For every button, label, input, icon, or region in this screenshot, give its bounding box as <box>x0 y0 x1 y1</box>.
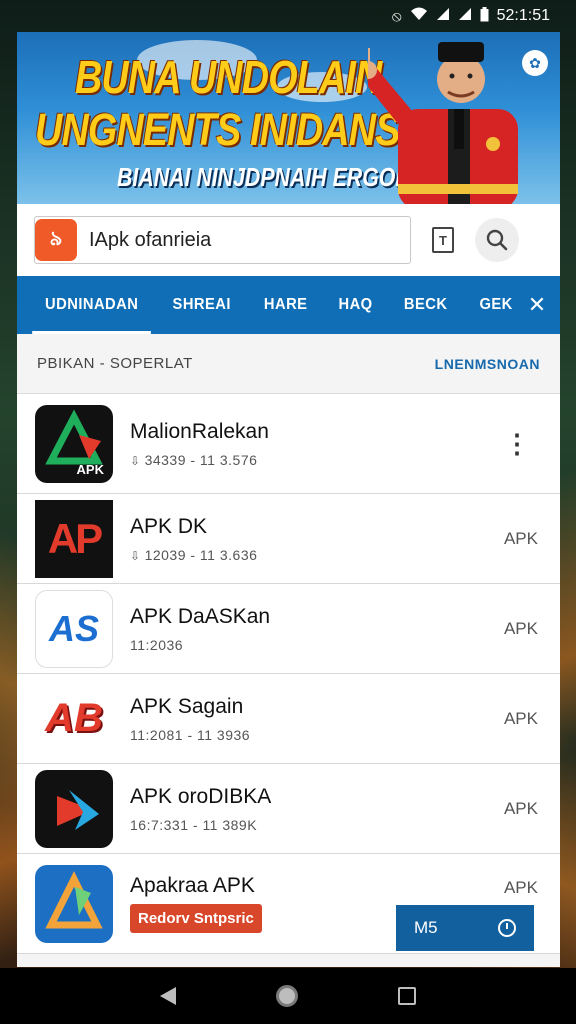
document-icon: T <box>432 227 454 253</box>
app-icon-label: AB <box>45 696 103 740</box>
app-icon: AS <box>35 589 113 668</box>
app-icon: A <box>35 864 113 943</box>
signal-icon-2 <box>458 7 472 25</box>
app-icon: AB <box>35 679 113 758</box>
app-meta-row: ⇩ 34339 - 11 3.576 <box>130 452 269 468</box>
clock-icon <box>498 919 516 937</box>
app-icon: AP <box>35 499 113 578</box>
apk-label: APK <box>503 877 538 897</box>
list-item[interactable]: AP APK DK ⇩ 12039 - 11 3.636 APK <box>17 494 560 584</box>
floating-action-button[interactable]: M5 <box>396 905 534 951</box>
app-meta: 11:2036 <box>130 636 184 653</box>
app-name: APK DK <box>130 514 208 538</box>
recent-apps-button[interactable] <box>398 987 416 1005</box>
back-button[interactable] <box>160 987 176 1005</box>
app-name: APK oroDIBKA <box>130 784 272 808</box>
app-meta: 16:7:331 - 11 389K <box>130 816 258 833</box>
list-item[interactable]: AS APK DaASKan 11:2036 APK <box>17 584 560 674</box>
app-name: Apakraa APK <box>130 874 255 897</box>
signal-icon <box>436 7 450 25</box>
search-input[interactable] <box>89 228 389 252</box>
status-bar: ⦸ 52:1:51 <box>0 0 576 32</box>
clipboard-button[interactable]: T <box>421 218 465 262</box>
search-button[interactable] <box>475 218 519 262</box>
more-options-icon[interactable]: ⋮ <box>504 428 530 459</box>
wifi-icon <box>410 7 428 25</box>
section-title: PBIKAN - SOPERLAT <box>37 355 193 372</box>
app-icon: ▶ <box>35 769 113 848</box>
section-action-link[interactable]: LNENMSNOAN <box>435 356 540 372</box>
fab-label: M5 <box>414 918 438 937</box>
app-name: APK Sagain <box>130 694 244 718</box>
download-icon: ⇩ <box>130 453 141 468</box>
tab-0[interactable]: UDNINADAN <box>32 276 152 334</box>
promo-badge[interactable]: Redorv Sntpsric <box>130 904 262 933</box>
tab-1[interactable]: SHREAI <box>160 276 244 334</box>
list-item[interactable]: ▶ APK oroDIBKA 16:7:331 - 11 389K APK <box>17 764 560 854</box>
battery-icon <box>480 6 489 26</box>
app-meta: 34339 - 11 3.576 <box>144 451 258 468</box>
close-icon[interactable]: ✕ <box>528 292 546 318</box>
search-icon <box>486 229 508 251</box>
app-logo-icon: ৯ <box>35 219 77 261</box>
app-name: APK DaASKan <box>130 604 271 628</box>
list-item[interactable]: AB APK Sagain 11:2081 - 11 3936 APK <box>17 674 560 764</box>
tab-2[interactable]: HARE <box>251 276 320 334</box>
app-icon-label: APK <box>76 461 104 477</box>
system-nav-bar <box>0 968 576 1024</box>
app-meta-row: ⇩ 12039 - 11 3.636 <box>130 547 257 563</box>
apk-label: APK <box>503 798 538 818</box>
banner-headline-1: BUNA UNDOLAIN <box>75 51 382 103</box>
vibrate-icon: ⦸ <box>391 7 402 25</box>
list-item[interactable]: APK MalionRalekan ⇩ 34339 - 11 3.576 ⋮ <box>17 394 560 494</box>
section-header: PBIKAN - SOPERLAT LNENMSNOAN <box>17 334 560 394</box>
app-icon-label: AS <box>48 607 99 649</box>
promo-banner[interactable]: BUNA UNDOLAIN UNGNENTS INIDANSIN BIANAI … <box>17 32 560 204</box>
apk-label: APK <box>503 618 538 638</box>
app-meta: 11:2081 - 11 3936 <box>130 726 251 743</box>
tab-3[interactable]: HAQ <box>326 276 386 334</box>
tab-4[interactable]: BECK <box>391 276 460 334</box>
download-icon: ⇩ <box>130 548 141 563</box>
app-meta: 12039 - 11 3.636 <box>144 546 258 563</box>
app-name: MalionRalekan <box>130 419 269 443</box>
search-box[interactable]: ৯ <box>34 216 411 264</box>
home-button[interactable] <box>276 985 298 1007</box>
apk-label: APK <box>503 708 538 728</box>
app-icon: APK <box>35 404 113 483</box>
search-row: ৯ T <box>17 204 560 276</box>
apk-label: APK <box>503 528 538 548</box>
settings-icon[interactable]: ✿ <box>522 50 548 76</box>
tab-bar: UDNINADAN SHREAI HARE HAQ BECK GEK ✕ <box>17 276 560 334</box>
app-list: APK MalionRalekan ⇩ 34339 - 11 3.576 ⋮ AP… <box>17 394 560 954</box>
tab-5[interactable]: GEK <box>466 276 525 334</box>
app-frame: BUNA UNDOLAIN UNGNENTS INIDANSIN BIANAI … <box>17 32 560 967</box>
app-icon-label: AP <box>47 514 103 562</box>
status-time: 52:1:51 <box>496 7 550 24</box>
